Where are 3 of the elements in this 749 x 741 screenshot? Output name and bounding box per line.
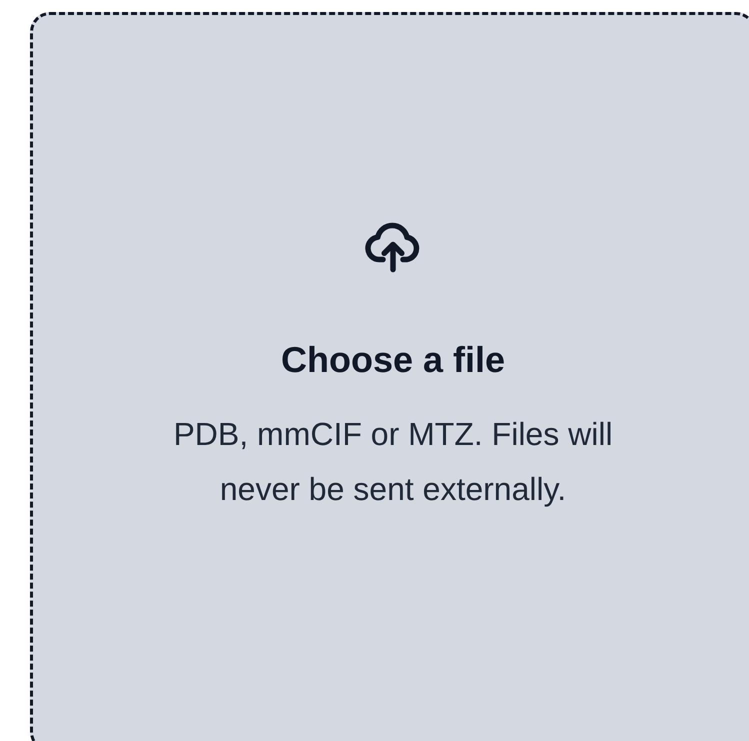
dropzone-title: Choose a file — [280, 339, 506, 381]
file-dropzone[interactable]: Choose a file PDB, mmCIF or MTZ. Files will never be sent externally. — [30, 12, 749, 741]
dropzone-description: PDB, mmCIF or MTZ. Files will never be sent externally. — [173, 415, 613, 509]
